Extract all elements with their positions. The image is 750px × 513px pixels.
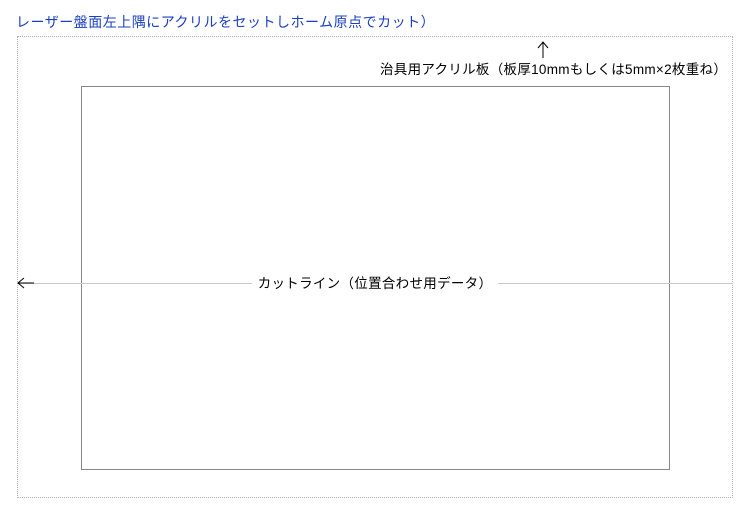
cut-line-label: カットライン（位置合わせ用データ）: [252, 275, 499, 292]
acrylic-plate-label: 治具用アクリル板（板厚10mmもしくは5mm×2枚重ね）: [380, 58, 727, 78]
page-title: レーザー盤面左上隅にアクリルをセットしホーム原点でカット）: [0, 0, 750, 32]
cut-line-label-wrap: カットライン（位置合わせ用データ）: [0, 272, 750, 292]
